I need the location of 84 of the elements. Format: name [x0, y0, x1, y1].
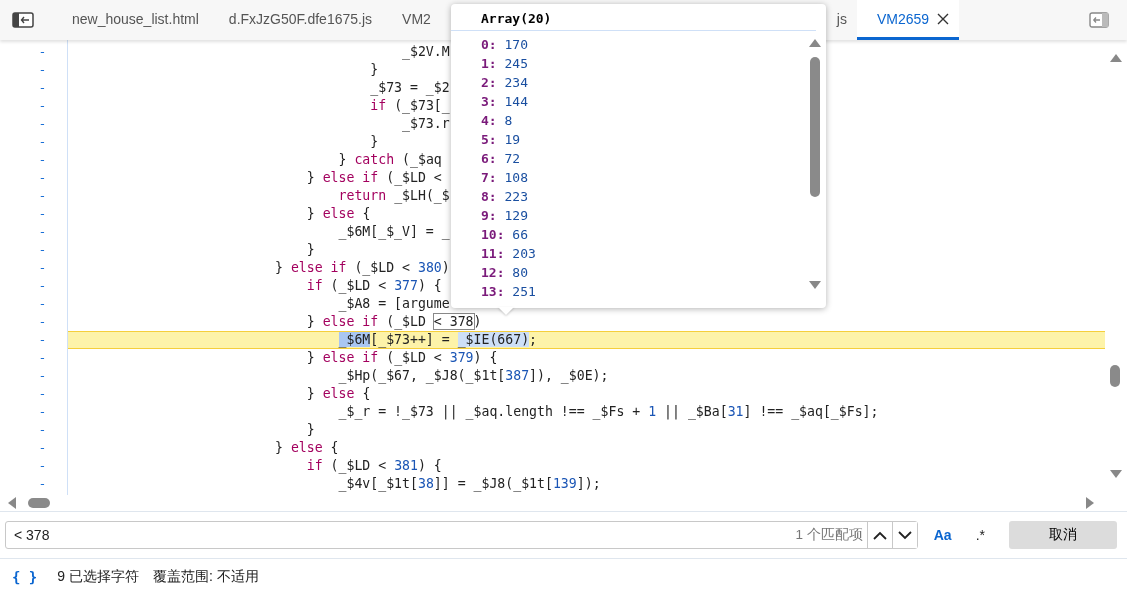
line-marker: - [37, 43, 48, 61]
code-line: _$73 = _$2 [369, 79, 450, 97]
line-marker: - [37, 133, 48, 151]
array-entry: 13: 251 [481, 283, 537, 301]
code-line: } else if (_$LD < 378) [305, 313, 482, 331]
code-line: _$A8 = [argume [337, 295, 450, 313]
code-line: if (_$LD < 381) { [305, 457, 442, 475]
code-line: } else { [275, 439, 339, 457]
line-marker: - [37, 223, 48, 241]
line-marker: - [37, 61, 48, 79]
next-match-button[interactable] [891, 522, 917, 548]
array-entry: 5: 19 [481, 131, 522, 149]
match-count: 1 个匹配项 [795, 526, 864, 544]
close-icon[interactable] [937, 12, 950, 25]
line-marker: - [37, 169, 48, 187]
cancel-button[interactable]: 取消 [1009, 521, 1117, 549]
code-line: _$6M[_$_V] = _ [337, 223, 450, 241]
file-tab[interactable]: VM2659 [856, 0, 960, 40]
code-line: if (_$LD < 377) { [305, 277, 442, 295]
code-line: if (_$73[_ [369, 97, 450, 115]
line-marker: - [37, 151, 48, 169]
line-marker: - [37, 403, 48, 421]
file-tab[interactable]: d.FxJzG50F.dfe1675.js [208, 0, 383, 40]
code-line: } else { [305, 205, 371, 223]
code-line: } else if (_$LD < 380) [275, 259, 450, 277]
array-entry: 1: 245 [481, 55, 529, 73]
selection-count: 9 已选择字符 [57, 568, 139, 586]
code-line: _$4v[_$1t[38]] = _$J8(_$1t[139]); [337, 475, 601, 493]
line-marker: - [37, 277, 48, 295]
line-marker: - [37, 367, 48, 385]
array-entry: 0: 170 [481, 36, 529, 54]
line-marker: - [37, 475, 48, 493]
array-entry: 11: 203 [481, 245, 537, 263]
code-line: } [369, 61, 379, 79]
array-entry: 7: 108 [481, 169, 529, 187]
match-case-button[interactable]: Aa [925, 523, 960, 547]
line-marker: - [37, 97, 48, 115]
line-marker: - [37, 457, 48, 475]
code-line: _$Hp(_$67, _$J8(_$1t[387]), _$0E); [337, 367, 609, 385]
line-marker: - [37, 187, 48, 205]
code-line: } catch (_$aq [337, 151, 442, 169]
line-marker: - [37, 241, 48, 259]
array-entry: 8: 223 [481, 188, 529, 206]
array-entry: 6: 72 [481, 150, 522, 168]
line-marker: - [37, 259, 48, 277]
chevron-down-icon [897, 530, 912, 540]
regex-button[interactable]: .* [967, 523, 993, 547]
code-line: _$2V.M [401, 43, 450, 61]
array-entry: 3: 144 [481, 93, 529, 111]
pretty-print-button[interactable]: { } [12, 569, 38, 585]
file-tab[interactable]: VM2 [382, 0, 441, 40]
line-marker: - [37, 205, 48, 223]
code-line: _$6M[_$73++] = _$IE(667); [337, 331, 538, 349]
popover-title: Array(20) [451, 4, 816, 31]
line-marker: - [37, 331, 48, 349]
line-marker: - [37, 295, 48, 313]
array-entry: 9: 129 [481, 207, 529, 225]
array-entry: 4: 8 [481, 112, 514, 130]
code-line: _$73.r [401, 115, 450, 133]
array-entry: 10: 66 [481, 226, 529, 244]
coverage-status: 覆盖范围: 不适用 [153, 568, 259, 586]
code-line: } else { [305, 385, 371, 403]
line-marker: - [37, 421, 48, 439]
chevron-up-icon [872, 530, 887, 540]
array-entry: 12: 80 [481, 264, 529, 282]
line-marker: - [37, 79, 48, 97]
line-marker: - [37, 385, 48, 403]
search-field[interactable]: < 378 1 个匹配项 [5, 521, 918, 549]
line-marker: - [37, 115, 48, 133]
code-line: _$_r = !_$73 || _$aq.length !== _$Fs + 1 || _$Ba[31] !== _$aq[_$Fs]; [337, 403, 879, 421]
code-line: } [305, 421, 315, 439]
line-marker: - [37, 439, 48, 457]
panel-toggle-icon[interactable] [1089, 12, 1109, 28]
code-line: } [305, 241, 315, 259]
code-line: } else if (_$LD < 379) { [305, 349, 498, 367]
line-marker: - [37, 349, 48, 367]
code-line: } [369, 133, 379, 151]
array-entry: 2: 234 [481, 74, 529, 92]
search-input[interactable]: < 378 [12, 526, 796, 544]
sidebar-toggle-icon[interactable] [12, 12, 34, 28]
line-marker: - [37, 313, 48, 331]
code-line: } else if (_$LD < [305, 169, 442, 187]
file-tab[interactable]: new_house_list.html [52, 0, 209, 40]
code-line: return _$LH(_$ [337, 187, 450, 205]
